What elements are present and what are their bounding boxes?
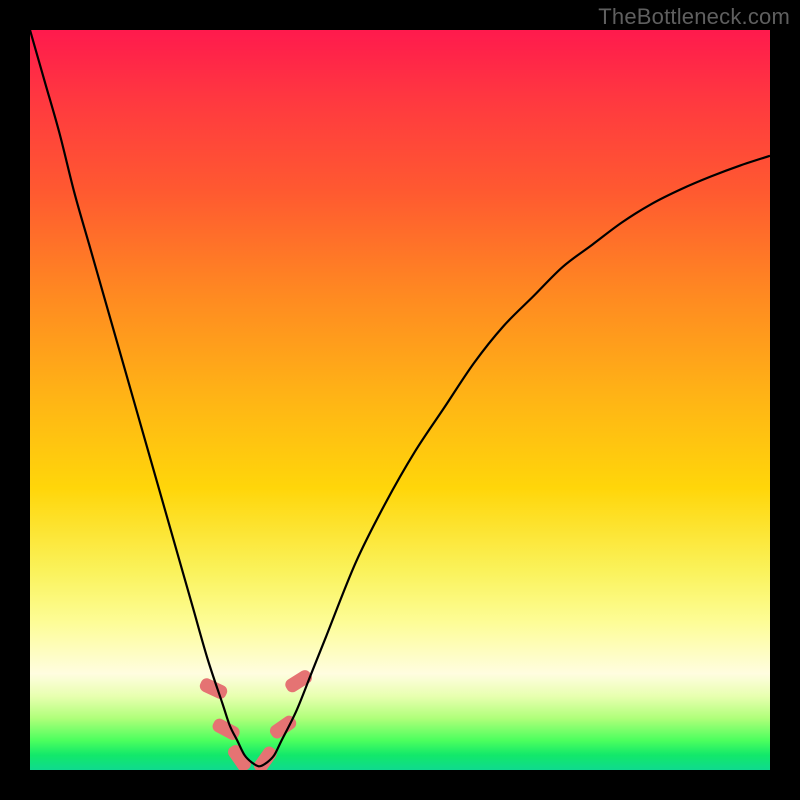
curve-marker	[283, 668, 314, 695]
plot-area	[30, 30, 770, 770]
curve-layer	[30, 30, 770, 770]
chart-stage: TheBottleneck.com	[0, 0, 800, 800]
watermark-text: TheBottleneck.com	[598, 4, 790, 30]
bottleneck-curve	[30, 30, 770, 766]
